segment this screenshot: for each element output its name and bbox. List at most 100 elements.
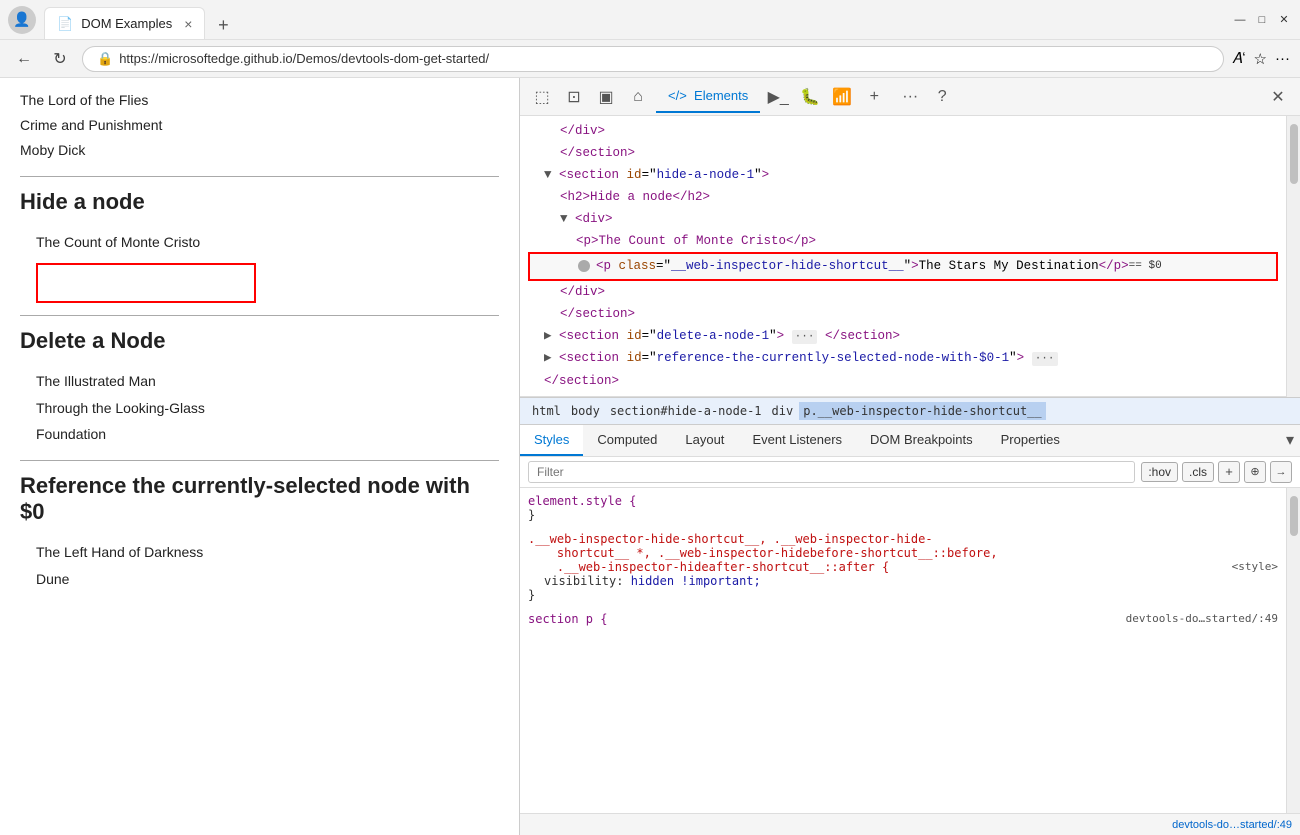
delete-book-1: The Illustrated Man [36,368,499,395]
dom-line[interactable]: </section> [528,142,1278,164]
address-bar-icons: 𝐴ʻ ☆ ··· [1232,50,1290,68]
styles-main: element.style { } .__web-inspector-hide-… [520,488,1286,813]
new-rule-icon[interactable]: → [1270,461,1292,483]
dom-line[interactable]: ▼ <div> [528,208,1278,230]
tab-dom-breakpoints[interactable]: DOM Breakpoints [856,425,987,456]
filter-input[interactable] [528,461,1135,483]
dom-line[interactable]: </section> [528,370,1278,392]
style-rule-element: element.style { } [528,494,1278,522]
style-rule-hide: .__web-inspector-hide-shortcut__, .__web… [528,532,1278,602]
sidebar-toggle-icon[interactable]: ▣ [592,83,620,111]
close-window-button[interactable]: ✕ [1276,12,1292,28]
style-rule-close: } [528,508,1278,522]
settings-icon[interactable]: ··· [1275,50,1290,67]
delete-book-2: Through the Looking-Glass [36,395,499,422]
hide-book-1: The Count of Monte Cristo [36,229,499,256]
style-prop-visibility: visibility: hidden !important; [528,574,1278,588]
reload-button[interactable]: ↻ [46,45,74,73]
style-rule-selector-3: section p { devtools-do…started/:49 [528,612,1278,626]
read-aloud-icon[interactable]: 𝐴ʻ [1232,50,1245,67]
home-icon[interactable]: ⌂ [624,83,652,111]
ref-book-1: The Left Hand of Darkness [36,539,499,566]
dom-line[interactable]: <h2>Hide a node</h2> [528,186,1278,208]
divider [20,460,499,461]
breadcrumb-p[interactable]: p.__web-inspector-hide-shortcut__ [799,402,1045,420]
dom-line-selected[interactable]: <p class="__web-inspector-hide-shortcut_… [528,252,1278,281]
hidden-node-box [36,263,256,303]
device-emulation-icon[interactable]: ⊡ [560,83,588,111]
styles-scrollbar[interactable] [1286,488,1300,813]
delete-node-title: Delete a Node [20,328,499,354]
status-bar: devtools-do…started/:49 [520,813,1300,835]
dom-tree[interactable]: </div> </section> ▼ <section id="hide-a-… [520,116,1286,397]
minimize-button[interactable]: — [1232,12,1248,28]
title-bar: 👤 📄 DOM Examples × + — □ ✕ [0,0,1300,40]
tab-title: DOM Examples [81,16,172,31]
style-rule-selector-2: .__web-inspector-hide-shortcut__, .__web… [528,532,1278,574]
dom-line[interactable]: </section> [528,303,1278,325]
url-text: https://microsoftedge.github.io/Demos/de… [119,51,489,66]
hov-button[interactable]: :hov [1141,462,1178,482]
status-right: devtools-do…started/:49 [1172,819,1292,831]
tab-event-listeners[interactable]: Event Listeners [738,425,856,456]
breadcrumb: html body section#hide-a-node-1 div p.__… [520,397,1300,425]
styles-content[interactable]: element.style { } .__web-inspector-hide-… [520,488,1286,813]
tab-layout[interactable]: Layout [671,425,738,456]
dom-tree-wrapper: </div> </section> ▼ <section id="hide-a-… [520,116,1300,397]
bug-icon[interactable]: 🐛 [796,83,824,111]
window-controls: — □ ✕ [1232,12,1292,28]
dom-line[interactable]: </div> [528,120,1278,142]
breadcrumb-body[interactable]: body [567,402,604,420]
devtools-panel: ⬚ ⊡ ▣ ⌂ </> Elements ▶_ 🐛 📶 + ··· ? ✕ </… [520,78,1300,835]
dom-line[interactable]: </div> [528,281,1278,303]
browser-tab[interactable]: 📄 DOM Examples × [44,7,205,39]
hide-node-title: Hide a node [20,189,499,215]
breadcrumb-html[interactable]: html [528,402,565,420]
maximize-button[interactable]: □ [1254,12,1270,28]
elements-tab[interactable]: </> Elements [656,80,760,113]
list-item: Moby Dick [20,138,499,163]
inspect-element-icon[interactable]: ⬚ [528,83,556,111]
elements-tab-icon: </> [668,88,687,103]
style-rule-section-p: section p { devtools-do…started/:49 [528,612,1278,626]
lock-icon: 🔒 [97,51,113,67]
breadcrumb-div[interactable]: div [768,402,798,420]
tab-properties[interactable]: Properties [987,425,1074,456]
dom-line[interactable]: ▶ <section id="reference-the-currently-s… [528,347,1278,370]
console-icon[interactable]: ▶_ [764,83,792,111]
inspect-style-icon[interactable]: ⊕ [1244,461,1266,483]
add-style-icon[interactable]: + [1218,461,1240,483]
styles-more-icon[interactable]: ▾ [1286,430,1294,450]
reference-node-title: Reference the currently-selected node wi… [20,473,499,525]
filter-actions: :hov .cls + ⊕ → [1141,461,1292,483]
add-tab-icon[interactable]: + [860,83,888,111]
dom-line[interactable]: ▼ <section id="hide-a-node-1"> [528,164,1278,186]
network-icon[interactable]: 📶 [828,83,856,111]
help-icon[interactable]: ? [928,83,956,111]
favorites-icon[interactable]: ☆ [1254,50,1267,68]
dom-line[interactable]: <p>The Count of Monte Cristo</p> [528,230,1278,252]
styles-filter: :hov .cls + ⊕ → [520,457,1300,488]
ref-book-2: Dune [36,566,499,593]
cls-button[interactable]: .cls [1182,462,1214,482]
scrollbar-thumb[interactable] [1290,124,1298,184]
profile-icon[interactable]: 👤 [8,6,36,34]
tab-computed[interactable]: Computed [583,425,671,456]
list-item: Crime and Punishment [20,113,499,138]
delete-book-3: Foundation [36,421,499,448]
devtools-toolbar: ⬚ ⊡ ▣ ⌂ </> Elements ▶_ 🐛 📶 + ··· ? ✕ [520,78,1300,116]
breadcrumb-section[interactable]: section#hide-a-node-1 [606,402,766,420]
styles-content-wrap: element.style { } .__web-inspector-hide-… [520,488,1300,813]
back-button[interactable]: ← [10,45,38,73]
dom-line[interactable]: ▶ <section id="delete-a-node-1"> ··· </s… [528,325,1278,348]
divider [20,176,499,177]
tab-styles[interactable]: Styles [520,425,583,456]
url-bar[interactable]: 🔒 https://microsoftedge.github.io/Demos/… [82,46,1224,72]
more-options-icon[interactable]: ··· [896,83,924,111]
tab-close-btn[interactable]: × [184,16,192,32]
styles-scrollbar-thumb[interactable] [1290,496,1298,536]
close-devtools-icon[interactable]: ✕ [1264,83,1292,111]
new-tab-button[interactable]: + [209,11,237,39]
style-rule-close2: } [528,588,1278,602]
dom-scrollbar[interactable] [1286,116,1300,397]
